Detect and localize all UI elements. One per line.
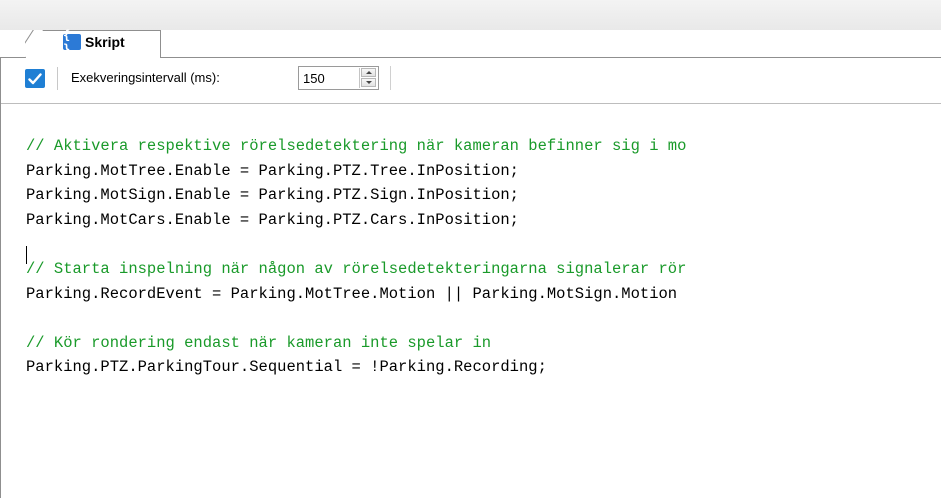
code-line: Parking.MotCars.Enable = Parking.PTZ.Car… <box>26 210 519 229</box>
code-line: Parking.MotSign.Enable = Parking.PTZ.Sig… <box>26 186 519 205</box>
script-editor[interactable]: // Aktivera respektive rörelsedetekterin… <box>1 105 941 498</box>
code-line: // Starta inspelning när någon av rörels… <box>26 260 687 278</box>
code-line: // Kör rondering endast när kameran inte… <box>26 333 492 352</box>
interval-input[interactable] <box>301 69 360 87</box>
interval-stepper[interactable] <box>298 66 379 90</box>
tab-label: Skript <box>85 34 125 50</box>
toolbar-end-separator <box>390 66 391 90</box>
tab-slant-edge <box>25 30 44 58</box>
code-line: Parking.PTZ.ParkingTour.Sequential = !Pa… <box>26 358 547 377</box>
toolbar-separator <box>57 67 58 90</box>
spin-down-button[interactable] <box>361 78 376 87</box>
checkmark-icon <box>28 72 42 84</box>
spin-up-button[interactable] <box>361 68 376 77</box>
code-line: Parking.RecordEvent = Parking.MotTree.Mo… <box>26 284 678 303</box>
enable-script-toggle[interactable] <box>25 69 45 88</box>
interval-label: Exekveringsintervall (ms): <box>71 70 220 85</box>
tab-skript-content[interactable]: { } Skript <box>63 28 125 56</box>
window-top-strip <box>0 0 941 30</box>
code-line: Parking.MotTree.Enable = Parking.PTZ.Tre… <box>26 161 519 180</box>
interval-spinner <box>359 68 377 88</box>
braces-icon: { } <box>63 28 81 56</box>
code-line: // Aktivera respektive rörelsedetekterin… <box>26 137 687 155</box>
